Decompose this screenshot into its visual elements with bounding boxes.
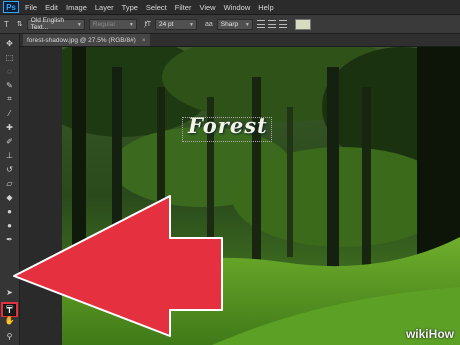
watermark-how: How (428, 327, 454, 341)
font-size-value: 24 pt (159, 20, 174, 28)
align-left-icon[interactable] (256, 20, 265, 28)
text-color-swatch[interactable] (294, 18, 311, 30)
chevron-down-icon: ▼ (189, 21, 194, 28)
document-tab-bar: forest-shadow.jpg @ 27.5% (RGB/8#) × (20, 34, 460, 47)
brush-tool-icon[interactable]: ✐ (3, 135, 16, 147)
photoshop-logo-icon: Ps (3, 1, 19, 13)
type-tool-preset-icon[interactable]: T (4, 20, 9, 29)
dodge-tool-icon[interactable]: ● (3, 219, 16, 231)
move-tool-icon[interactable]: ✥ (3, 37, 16, 49)
menu-help[interactable]: Help (258, 3, 273, 12)
tools-panel: ✥ ⬚ ◌ ✎ ⌗ ⁄ ✚ ✐ ⊥ ↺ ▱ ◆ ● ● ✒ T ➤ ▭ ✋ ⚲ (0, 34, 20, 345)
menu-layer[interactable]: Layer (95, 3, 114, 12)
document-tab[interactable]: forest-shadow.jpg @ 27.5% (RGB/8#) × (23, 34, 150, 46)
antialias-icon: aa (205, 20, 213, 28)
font-size-select[interactable]: 24 pt ▼ (155, 18, 197, 30)
forest-photo: Forest (62, 47, 460, 345)
menu-file[interactable]: File (25, 3, 37, 12)
orientation-toggle-icon[interactable]: ⇅ (17, 20, 23, 28)
font-style-value: Regular (92, 20, 116, 28)
chevron-down-icon: ▼ (76, 21, 82, 28)
zoom-tool-icon[interactable]: ⚲ (3, 330, 16, 342)
align-right-icon[interactable] (278, 20, 287, 28)
options-bar: T ⇅ Old English Text... ▼ Regular ▼ ⱦT 2… (0, 15, 460, 34)
quick-select-tool-icon[interactable]: ✎ (3, 79, 16, 91)
eraser-tool-icon[interactable]: ▱ (3, 177, 16, 189)
font-size-icon: ⱦT (144, 20, 151, 28)
menu-edit[interactable]: Edit (45, 3, 58, 12)
menu-bar: Ps File Edit Image Layer Type Select Fil… (0, 0, 460, 15)
menu-window[interactable]: Window (224, 3, 251, 12)
menu-view[interactable]: View (199, 3, 215, 12)
path-selection-tool-icon[interactable]: ➤ (3, 286, 16, 298)
crop-tool-icon[interactable]: ⌗ (3, 93, 16, 105)
align-center-icon[interactable] (267, 20, 276, 28)
menu-select[interactable]: Select (146, 3, 167, 12)
document-tab-title: forest-shadow.jpg @ 27.5% (RGB/8#) (27, 36, 136, 44)
close-icon[interactable]: × (142, 37, 146, 44)
paint-bucket-tool-icon[interactable]: ◆ (3, 191, 16, 203)
healing-brush-tool-icon[interactable]: ✚ (3, 121, 16, 133)
chevron-down-icon: ▼ (244, 21, 250, 28)
wikihow-watermark: wikiHow (406, 327, 454, 341)
font-style-select[interactable]: Regular ▼ (88, 18, 137, 30)
menu-image[interactable]: Image (66, 3, 87, 12)
watermark-wiki: wiki (405, 327, 429, 341)
lasso-tool-icon[interactable]: ◌ (3, 65, 16, 77)
canvas-area[interactable]: Forest (20, 47, 460, 345)
antialias-select[interactable]: Sharp ▼ (216, 18, 253, 30)
font-family-value: Old English Text... (30, 17, 65, 31)
chevron-down-icon: ▼ (128, 21, 134, 28)
forest-text-layer[interactable]: Forest (188, 113, 268, 138)
menu-type[interactable]: Type (122, 3, 138, 12)
menu-filter[interactable]: Filter (175, 3, 192, 12)
antialias-value: Sharp (220, 20, 239, 28)
clone-stamp-tool-icon[interactable]: ⊥ (3, 149, 16, 161)
marquee-tool-icon[interactable]: ⬚ (3, 51, 16, 63)
blur-tool-icon[interactable]: ● (3, 205, 16, 217)
eyedropper-tool-icon[interactable]: ⁄ (3, 107, 16, 119)
history-brush-tool-icon[interactable]: ↺ (3, 163, 16, 175)
pen-tool-icon[interactable]: ✒ (3, 233, 16, 245)
shape-tool-icon[interactable]: ▭ (3, 300, 16, 312)
forest-image (62, 47, 460, 345)
font-family-select[interactable]: Old English Text... ▼ (26, 17, 85, 31)
hand-tool-icon[interactable]: ✋ (3, 314, 16, 326)
